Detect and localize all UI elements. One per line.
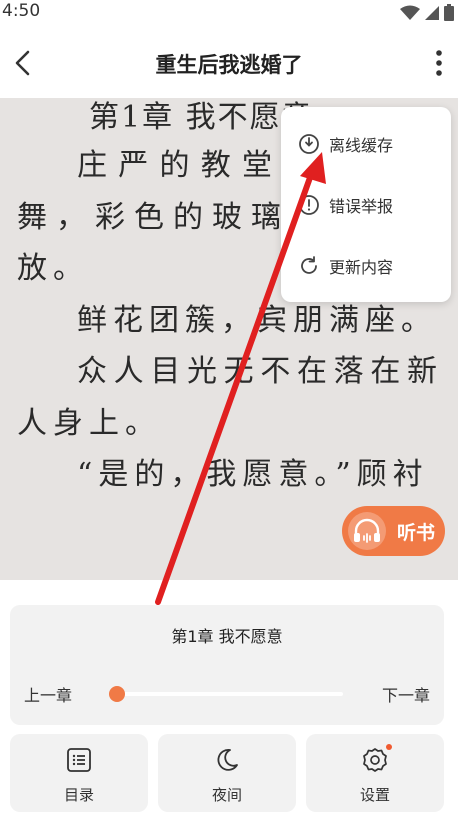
menu-item-label: 错误举报 xyxy=(329,197,394,216)
bottom-panel: 第1章 我不愿意 上一章 下一章 目录 夜间 设置 xyxy=(0,580,458,820)
refresh-icon xyxy=(301,256,317,274)
signal-icon xyxy=(425,5,439,20)
notification-dot xyxy=(386,744,392,750)
listen-label: 听书 xyxy=(397,521,436,544)
moon-icon xyxy=(217,749,238,771)
paragraph: 众人目光无不在落在新人身上。 xyxy=(17,354,443,441)
settings-label: 设置 xyxy=(359,786,390,804)
paragraph: “是的，我愿意。”顾衬 xyxy=(77,457,429,492)
more-vertical-icon[interactable] xyxy=(432,48,446,78)
popup-menu: 离线缓存 错误举报 更新内容 xyxy=(281,107,451,302)
menu-item-offline-cache[interactable]: 离线缓存 xyxy=(281,119,451,169)
status-bar: 4:50 xyxy=(0,0,458,26)
chapter-progress-card: 第1章 我不愿意 上一章 下一章 xyxy=(10,605,444,725)
status-icons xyxy=(400,4,454,21)
error-report-icon xyxy=(299,195,319,215)
download-clock-icon xyxy=(299,134,319,154)
chapter-progress-slider[interactable] xyxy=(109,686,343,702)
slider-thumb[interactable] xyxy=(109,686,125,702)
paragraph: 鲜花团簇，宾朋满座。 xyxy=(77,302,437,338)
gear-icon xyxy=(363,748,387,772)
night-mode-label: 夜间 xyxy=(211,786,242,804)
header: 重生后我逃婚了 xyxy=(0,26,458,98)
status-time: 4:50 xyxy=(2,1,41,21)
next-chapter-button[interactable]: 下一章 xyxy=(382,682,430,706)
menu-item-label: 更新内容 xyxy=(329,258,394,277)
list-icon xyxy=(67,748,91,772)
menu-item-label: 离线缓存 xyxy=(329,136,394,155)
listen-button[interactable]: 听书 xyxy=(342,506,445,556)
catalog-button[interactable]: 目录 xyxy=(10,734,148,812)
prev-chapter-button[interactable]: 上一章 xyxy=(24,682,72,706)
settings-button[interactable]: 设置 xyxy=(306,734,444,812)
headphones-icon xyxy=(348,512,386,550)
battery-icon xyxy=(444,4,454,21)
menu-item-error-report[interactable]: 错误举报 xyxy=(281,180,451,230)
wifi-icon xyxy=(400,5,420,20)
menu-item-update-content[interactable]: 更新内容 xyxy=(281,241,451,291)
night-mode-button[interactable]: 夜间 xyxy=(158,734,296,812)
page-title: 重生后我逃婚了 xyxy=(155,53,303,77)
catalog-label: 目录 xyxy=(63,786,94,804)
current-chapter-name: 第1章 我不愿意 xyxy=(171,627,283,646)
